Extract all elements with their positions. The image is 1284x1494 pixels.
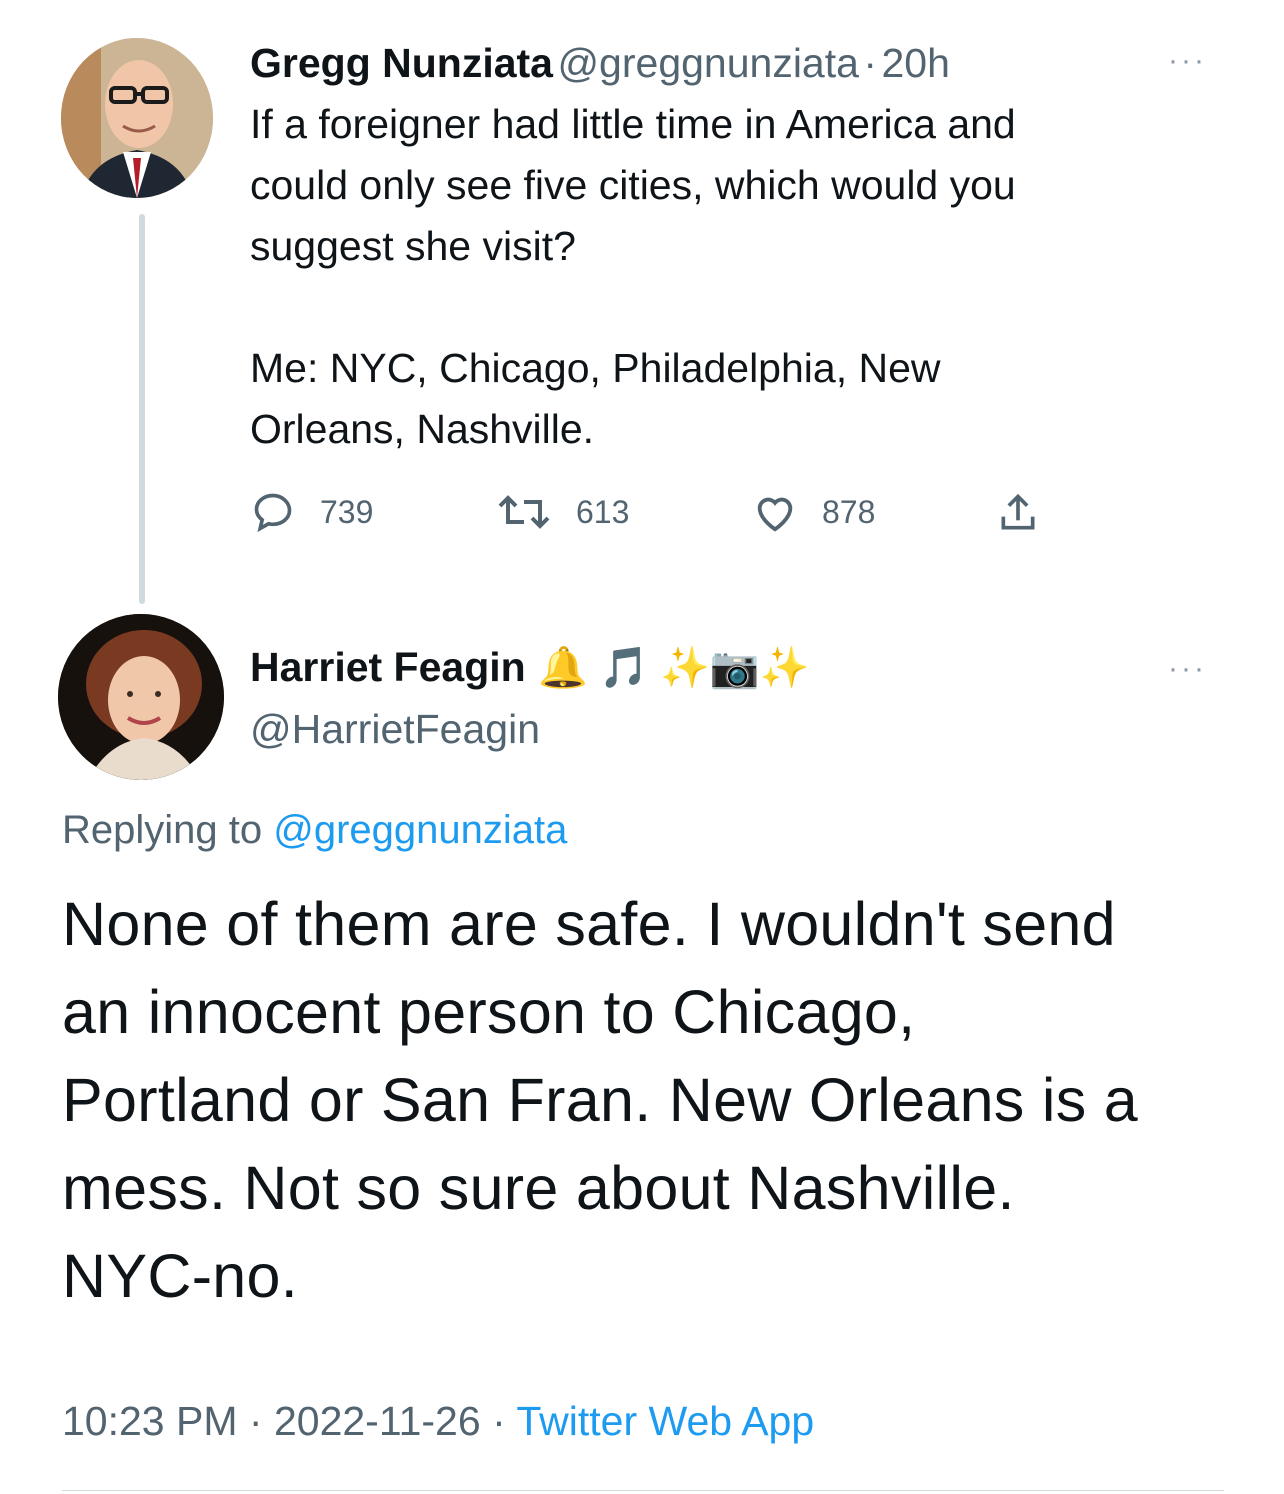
thread-connector-line — [139, 214, 145, 604]
like-count: 878 — [822, 493, 876, 530]
share-button[interactable] — [996, 490, 1064, 536]
reply-icon — [254, 493, 292, 533]
tweet-source-link[interactable]: Twitter Web App — [516, 1398, 814, 1444]
author-name[interactable]: Gregg Nunziata — [250, 40, 553, 86]
meta-separator: · — [248, 1398, 263, 1444]
replying-to-prefix: Replying to — [62, 808, 263, 852]
replying-to-handle-link[interactable]: @greggnunziata — [273, 808, 567, 852]
avatar-harriet-feagin[interactable] — [58, 614, 224, 780]
header-separator: · — [863, 40, 878, 86]
tweet-time[interactable]: 10:23 PM — [62, 1398, 238, 1444]
replying-to-line: Replying to @greggnunziata — [62, 808, 567, 853]
like-button[interactable]: 878 — [752, 490, 875, 534]
retweet-button[interactable]: 613 — [496, 490, 629, 534]
tweet-date[interactable]: 2022-11-26 — [274, 1398, 481, 1444]
meta-separator: · — [492, 1398, 506, 1444]
tweet-time-ago[interactable]: 20h — [882, 40, 950, 86]
tweet-text: If a foreigner had little time in Americ… — [250, 101, 1016, 452]
reply-author-name[interactable]: Harriet Feagin — [250, 644, 526, 690]
reply-author-row: Harriet Feagin 🔔 🎵 ✨📷✨ — [250, 644, 809, 691]
reply-author-handle[interactable]: @HarrietFeagin — [250, 706, 540, 753]
more-options-button[interactable]: ··· — [1168, 44, 1207, 78]
name-emojis: 🔔 🎵 ✨📷✨ — [538, 646, 810, 690]
bottom-divider — [62, 1490, 1224, 1491]
heart-icon — [757, 497, 793, 532]
avatar-gregg-nunziata[interactable] — [61, 38, 213, 198]
tweet-header: Gregg Nunziata @greggnunziata · 20h — [250, 40, 950, 87]
share-icon — [1001, 493, 1035, 530]
reply-tweet-text: None of them are safe. I wouldn't send a… — [62, 890, 1138, 1310]
retweet-icon — [498, 495, 550, 529]
author-handle[interactable]: @greggnunziata — [557, 40, 859, 86]
reply-button[interactable]: 739 — [250, 490, 373, 534]
reply-more-options-button[interactable]: ··· — [1168, 652, 1207, 686]
tweet-metadata: 10:23 PM · 2022-11-26 · Twitter Web App — [62, 1398, 814, 1445]
reply-count: 739 — [320, 493, 374, 530]
retweet-count: 613 — [576, 493, 630, 530]
